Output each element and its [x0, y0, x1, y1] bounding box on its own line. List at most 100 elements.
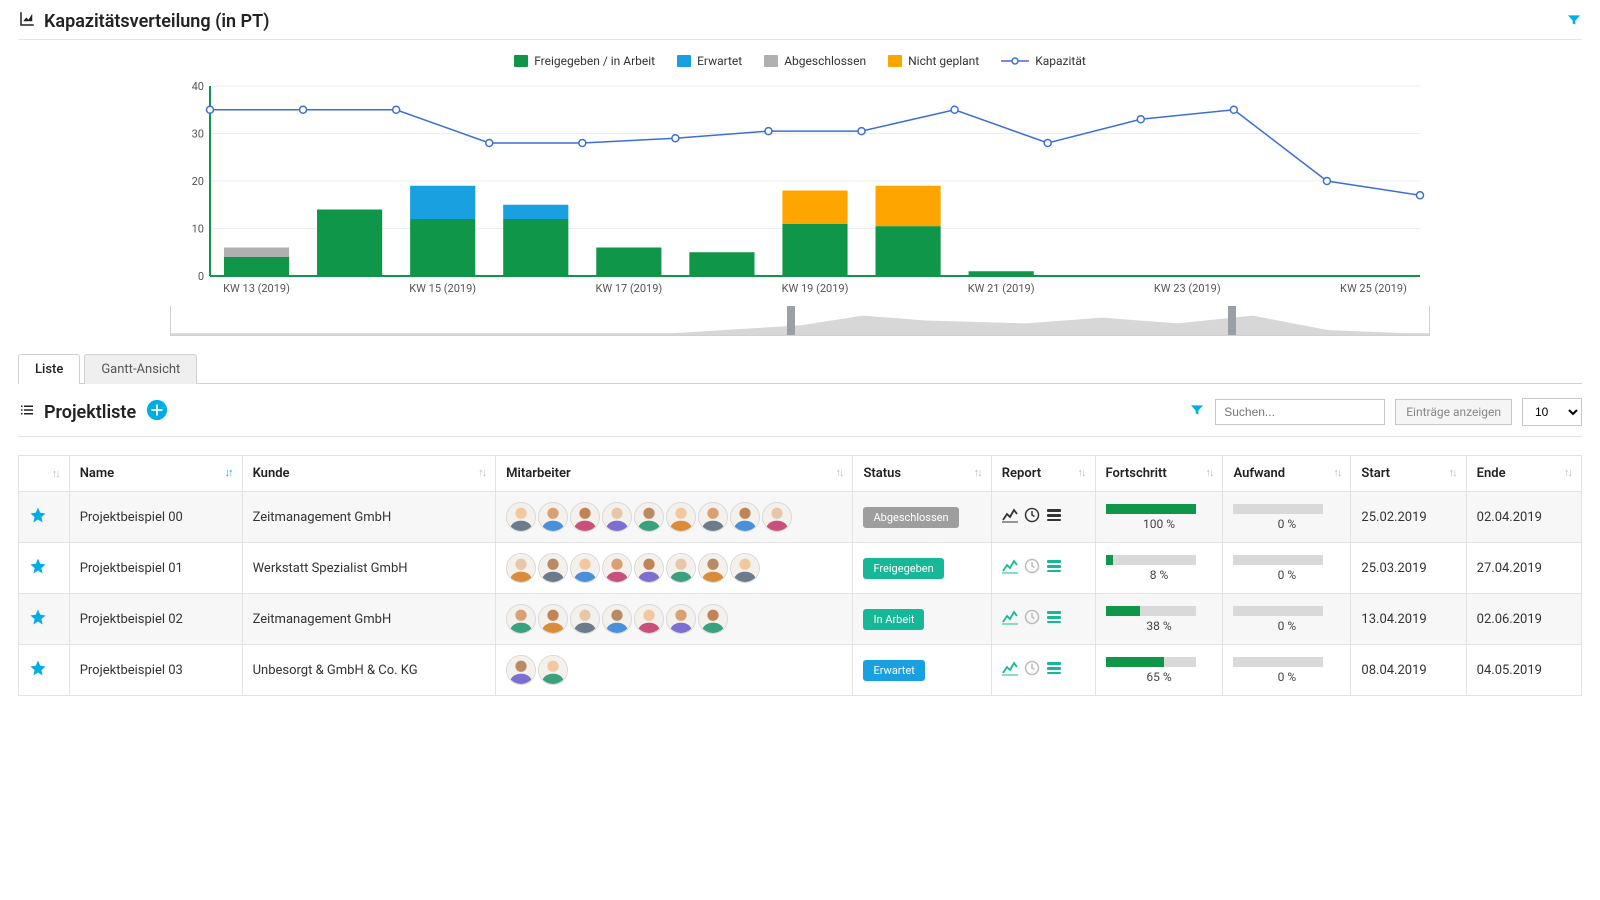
avatar[interactable] [698, 553, 728, 583]
brush-handle-right[interactable] [1228, 306, 1236, 335]
search-input[interactable] [1215, 399, 1385, 425]
report-list-icon[interactable] [1046, 507, 1062, 527]
cell-aufwand: 0 % [1223, 492, 1351, 543]
cell-mitarbeiter [496, 594, 853, 645]
filter-icon[interactable] [1566, 12, 1582, 32]
avatar[interactable] [506, 502, 536, 532]
cell-status: Erwartet [853, 645, 991, 696]
avatar[interactable] [602, 553, 632, 583]
avatar[interactable] [506, 655, 536, 685]
avatar[interactable] [538, 604, 568, 634]
avatar[interactable] [570, 604, 600, 634]
col-report[interactable]: Report↑↓ [991, 456, 1095, 492]
avatar[interactable] [730, 502, 760, 532]
legend-capacity[interactable]: Kapazität [1001, 54, 1086, 68]
col-status[interactable]: Status↑↓ [853, 456, 991, 492]
cell-mitarbeiter [496, 492, 853, 543]
cell-ende: 02.06.2019 [1466, 594, 1581, 645]
favorite-toggle[interactable] [19, 645, 70, 696]
avatar[interactable] [538, 502, 568, 532]
col-kunde[interactable]: Kunde↑↓ [242, 456, 496, 492]
avatar[interactable] [634, 553, 664, 583]
report-list-icon[interactable] [1046, 609, 1062, 629]
col-name[interactable]: Name↓↑ [69, 456, 242, 492]
report-chart-icon[interactable] [1002, 558, 1018, 578]
cell-status: Freigegeben [853, 543, 991, 594]
tab-list[interactable]: Liste [18, 354, 80, 384]
favorite-toggle[interactable] [19, 492, 70, 543]
table-row[interactable]: Projektbeispiel 01Werkstatt Spezialist G… [19, 543, 1582, 594]
avatar[interactable] [634, 502, 664, 532]
progress-bar [1106, 504, 1196, 514]
progress-bar [1233, 504, 1323, 514]
page-title-text: Kapazitätsverteilung (in PT) [44, 11, 269, 32]
cell-fortschritt: 8 % [1095, 543, 1223, 594]
avatar[interactable] [730, 553, 760, 583]
table-row[interactable]: Projektbeispiel 00Zeitmanagement GmbH [19, 492, 1582, 543]
report-clock-icon[interactable] [1024, 609, 1040, 629]
col-start[interactable]: Start↑↓ [1351, 456, 1466, 492]
col-star[interactable]: ↑↓ [19, 456, 70, 492]
avatar[interactable] [506, 553, 536, 583]
col-mitarbeiter[interactable]: Mitarbeiter↑↓ [496, 456, 853, 492]
avatar[interactable] [666, 604, 696, 634]
cell-status: Abgeschlossen [853, 492, 991, 543]
cell-ende: 04.05.2019 [1466, 645, 1581, 696]
status-badge: Erwartet [863, 660, 924, 681]
report-chart-icon[interactable] [1002, 660, 1018, 680]
report-chart-icon[interactable] [1002, 507, 1018, 527]
projectlist-filter-icon[interactable] [1189, 402, 1205, 422]
favorite-toggle[interactable] [19, 594, 70, 645]
cell-ende: 02.04.2019 [1466, 492, 1581, 543]
avatar[interactable] [762, 502, 792, 532]
add-project-button[interactable] [146, 399, 168, 425]
progress-bar [1106, 606, 1196, 616]
avatar[interactable] [538, 655, 568, 685]
col-ende[interactable]: Ende↑↓ [1466, 456, 1581, 492]
report-chart-icon[interactable] [1002, 609, 1018, 629]
avatar[interactable] [698, 502, 728, 532]
avatar[interactable] [698, 604, 728, 634]
report-clock-icon[interactable] [1024, 507, 1040, 527]
legend-released[interactable]: Freigegeben / in Arbeit [514, 54, 655, 68]
progress-bar [1106, 657, 1196, 667]
report-clock-icon[interactable] [1024, 660, 1040, 680]
capacity-chart[interactable]: 010203040KW 13 (2019)KW 15 (2019)KW 17 (… [170, 76, 1430, 306]
cell-kunde: Zeitmanagement GmbH [242, 492, 496, 543]
brush-handle-left[interactable] [787, 306, 795, 335]
cell-kunde: Unbesorgt & GmbH & Co. KG [242, 645, 496, 696]
legend-expected[interactable]: Erwartet [677, 54, 742, 68]
avatar[interactable] [602, 502, 632, 532]
avatar[interactable] [570, 553, 600, 583]
avatar[interactable] [506, 604, 536, 634]
legend-done[interactable]: Abgeschlossen [764, 54, 866, 68]
table-header-row: ↑↓ Name↓↑ Kunde↑↓ Mitarbeiter↑↓ Status↑↓… [19, 456, 1582, 492]
entries-select[interactable]: 10 [1522, 398, 1582, 426]
avatar[interactable] [570, 502, 600, 532]
favorite-toggle[interactable] [19, 543, 70, 594]
cell-aufwand: 0 % [1223, 543, 1351, 594]
cell-name: Projektbeispiel 00 [69, 492, 242, 543]
report-list-icon[interactable] [1046, 558, 1062, 578]
avatar[interactable] [634, 604, 664, 634]
cell-report [991, 594, 1095, 645]
line-sample-icon [1001, 56, 1029, 66]
col-fortschritt[interactable]: Fortschritt↑↓ [1095, 456, 1223, 492]
col-aufwand[interactable]: Aufwand↑↓ [1223, 456, 1351, 492]
swatch-icon [677, 55, 691, 67]
avatar[interactable] [538, 553, 568, 583]
cell-aufwand: 0 % [1223, 594, 1351, 645]
avatar[interactable] [666, 553, 696, 583]
cell-kunde: Werkstatt Spezialist GmbH [242, 543, 496, 594]
legend-unplanned[interactable]: Nicht geplant [888, 54, 979, 68]
svg-text:KW 13 (2019): KW 13 (2019) [223, 282, 290, 295]
chart-range-brush[interactable] [170, 306, 1430, 336]
avatar[interactable] [666, 502, 696, 532]
table-row[interactable]: Projektbeispiel 02Zeitmanagement GmbH [19, 594, 1582, 645]
tab-gantt[interactable]: Gantt-Ansicht [84, 354, 197, 384]
table-row[interactable]: Projektbeispiel 03Unbesorgt & GmbH & Co.… [19, 645, 1582, 696]
report-list-icon[interactable] [1046, 660, 1062, 680]
report-clock-icon[interactable] [1024, 558, 1040, 578]
avatar[interactable] [602, 604, 632, 634]
cell-report [991, 492, 1095, 543]
